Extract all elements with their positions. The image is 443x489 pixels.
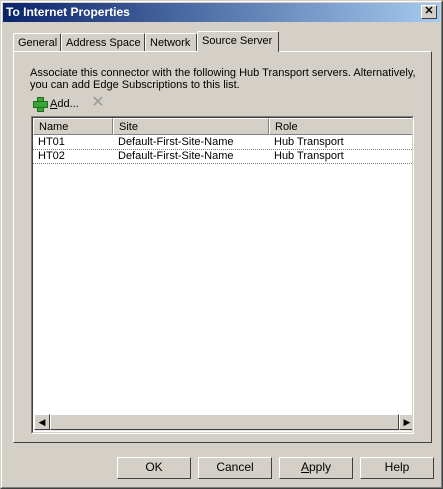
tab-network[interactable]: Network [145, 33, 197, 52]
server-list[interactable]: Name Site Role HT01 Default-First-Site-N… [31, 116, 414, 434]
cell-site: Default-First-Site-Name [118, 150, 234, 162]
row-separator [33, 163, 412, 164]
scroll-right-button[interactable]: ▶ [399, 414, 412, 430]
cell-role: Hub Transport [274, 136, 344, 148]
plus-icon [32, 96, 48, 112]
tab-source-server[interactable]: Source Server [197, 31, 279, 52]
help-button[interactable]: Help [360, 457, 434, 479]
column-header-site[interactable]: Site [113, 118, 269, 135]
tab-address-space[interactable]: Address Space [61, 33, 145, 52]
description-text: Associate this connector with the follow… [30, 67, 416, 91]
cancel-button[interactable]: Cancel [198, 457, 272, 479]
cell-site: Default-First-Site-Name [118, 136, 234, 148]
column-header-role[interactable]: Role [269, 118, 412, 135]
add-button[interactable]: Add... [32, 96, 79, 112]
add-label: Add... [50, 97, 79, 110]
tab-general-label: General [18, 37, 58, 49]
title-bar[interactable]: To Internet Properties ✕ [3, 3, 440, 22]
cell-name: HT01 [38, 136, 65, 148]
remove-icon[interactable]: ✕ [91, 95, 105, 111]
cell-name: HT02 [38, 150, 65, 162]
table-row[interactable]: HT01 Default-First-Site-Name Hub Transpo… [33, 135, 412, 149]
close-button[interactable]: ✕ [421, 5, 437, 19]
properties-window: To Internet Properties ✕ General Address… [0, 0, 443, 489]
server-list-inner: Name Site Role HT01 Default-First-Site-N… [32, 117, 413, 433]
list-header: Name Site Role [33, 118, 412, 135]
tab-general[interactable]: General [13, 33, 61, 52]
cell-role: Hub Transport [274, 150, 344, 162]
arrow-left-icon: ◀ [38, 417, 46, 427]
column-header-name[interactable]: Name [33, 118, 113, 135]
scroll-thumb[interactable] [50, 414, 399, 430]
window-title: To Internet Properties [6, 5, 130, 19]
scroll-left-button[interactable]: ◀ [34, 414, 50, 430]
apply-button[interactable]: Apply [279, 457, 353, 479]
tab-source-server-label: Source Server [202, 35, 273, 47]
table-row[interactable]: HT02 Default-First-Site-Name Hub Transpo… [33, 149, 412, 163]
close-icon: ✕ [424, 5, 434, 17]
tab-network-label: Network [150, 37, 191, 49]
horizontal-scrollbar[interactable]: ◀ ▶ [34, 414, 412, 431]
ok-button[interactable]: OK [117, 457, 191, 479]
arrow-right-icon: ▶ [403, 417, 411, 427]
tab-address-space-label: Address Space [66, 37, 141, 49]
